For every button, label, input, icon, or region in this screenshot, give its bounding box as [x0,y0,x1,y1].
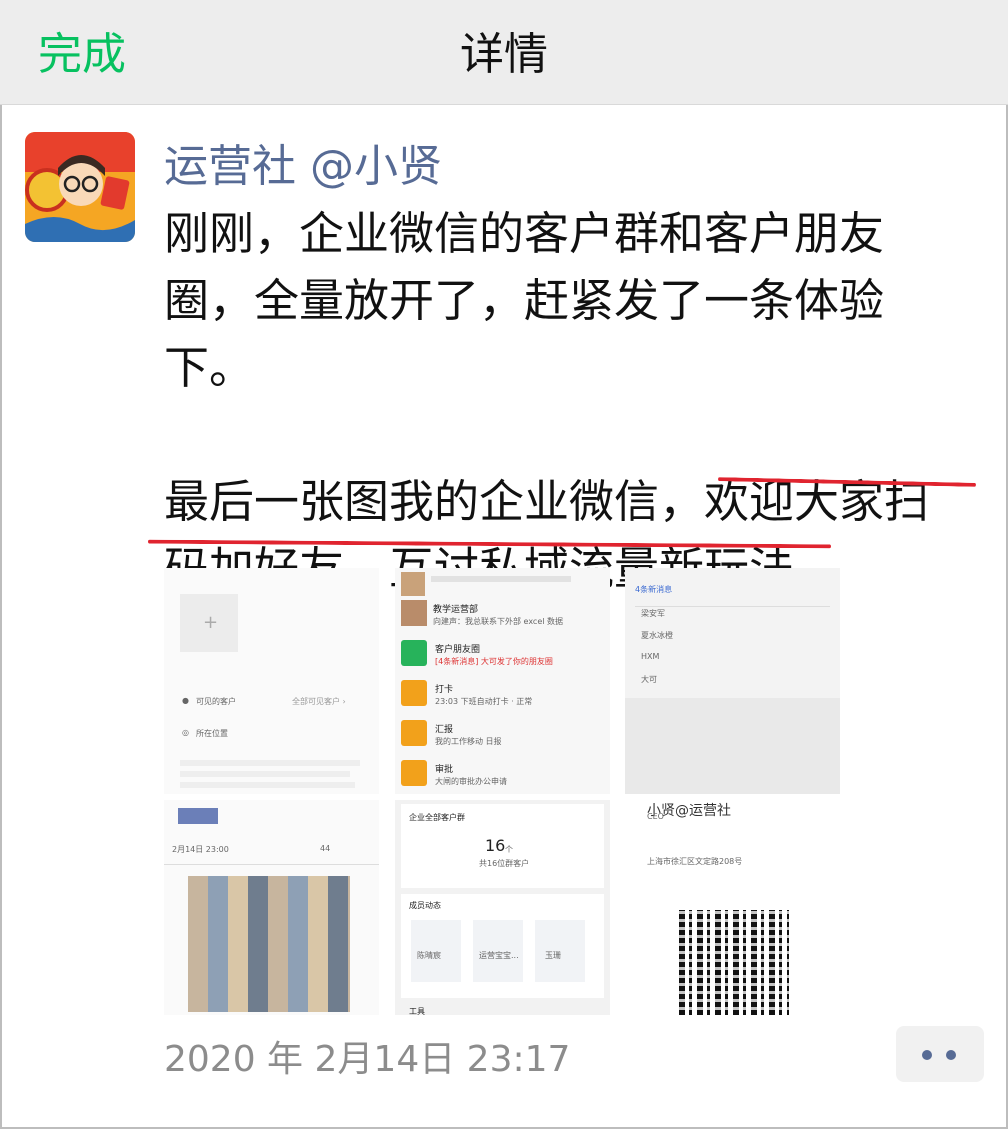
author-name-link[interactable]: 运营社 @小贤 [164,130,442,194]
post-image-3[interactable]: 4条新消息 梁安军 夏水冰橙 HXM 大可 [625,568,840,794]
dot-icon [922,1050,932,1060]
post-image-2[interactable]: 教学运营部 向建声：我总联系下外部 excel 数据 客户朋友圈 [4条新消息]… [395,568,610,794]
text-line: 下。 [164,341,255,394]
dot-icon [946,1050,956,1060]
text-line: 刚刚，企业微信的客户群和客户朋友 [164,207,885,260]
post-image-6[interactable]: 小贤@运营社 CEO 上海市徐汇区文定路208号 [625,800,840,1015]
author-avatar[interactable] [25,132,135,242]
post-image-1[interactable]: + ● 可见的客户 全部可见客户 › ◎ 所在位置 [164,568,379,794]
text-line: 最后一张图我的企业微信，欢迎大家扫 [164,475,930,528]
qr-code-icon [679,910,789,1015]
post-image-4[interactable]: 2月14日 23:00 44 [164,800,379,1015]
page-title: 详情 [460,29,548,80]
more-actions-button[interactable] [896,1026,984,1082]
location-label: 所在位置 [196,729,228,738]
visible-customers-label: 可见的客户 [196,697,236,706]
text-line: 圈，全量放开了，赶紧发了一条体验 [164,274,885,327]
post-timestamp: 2020 年 2月14日 23:17 [164,1039,571,1080]
post-image-5[interactable]: 企业全部客户群 16 个 共16位群客户 成员动态 陈晴宸 运营宝宝... 玉珊… [395,800,610,1015]
top-navigation-bar: 完成 详情 [0,0,1008,105]
